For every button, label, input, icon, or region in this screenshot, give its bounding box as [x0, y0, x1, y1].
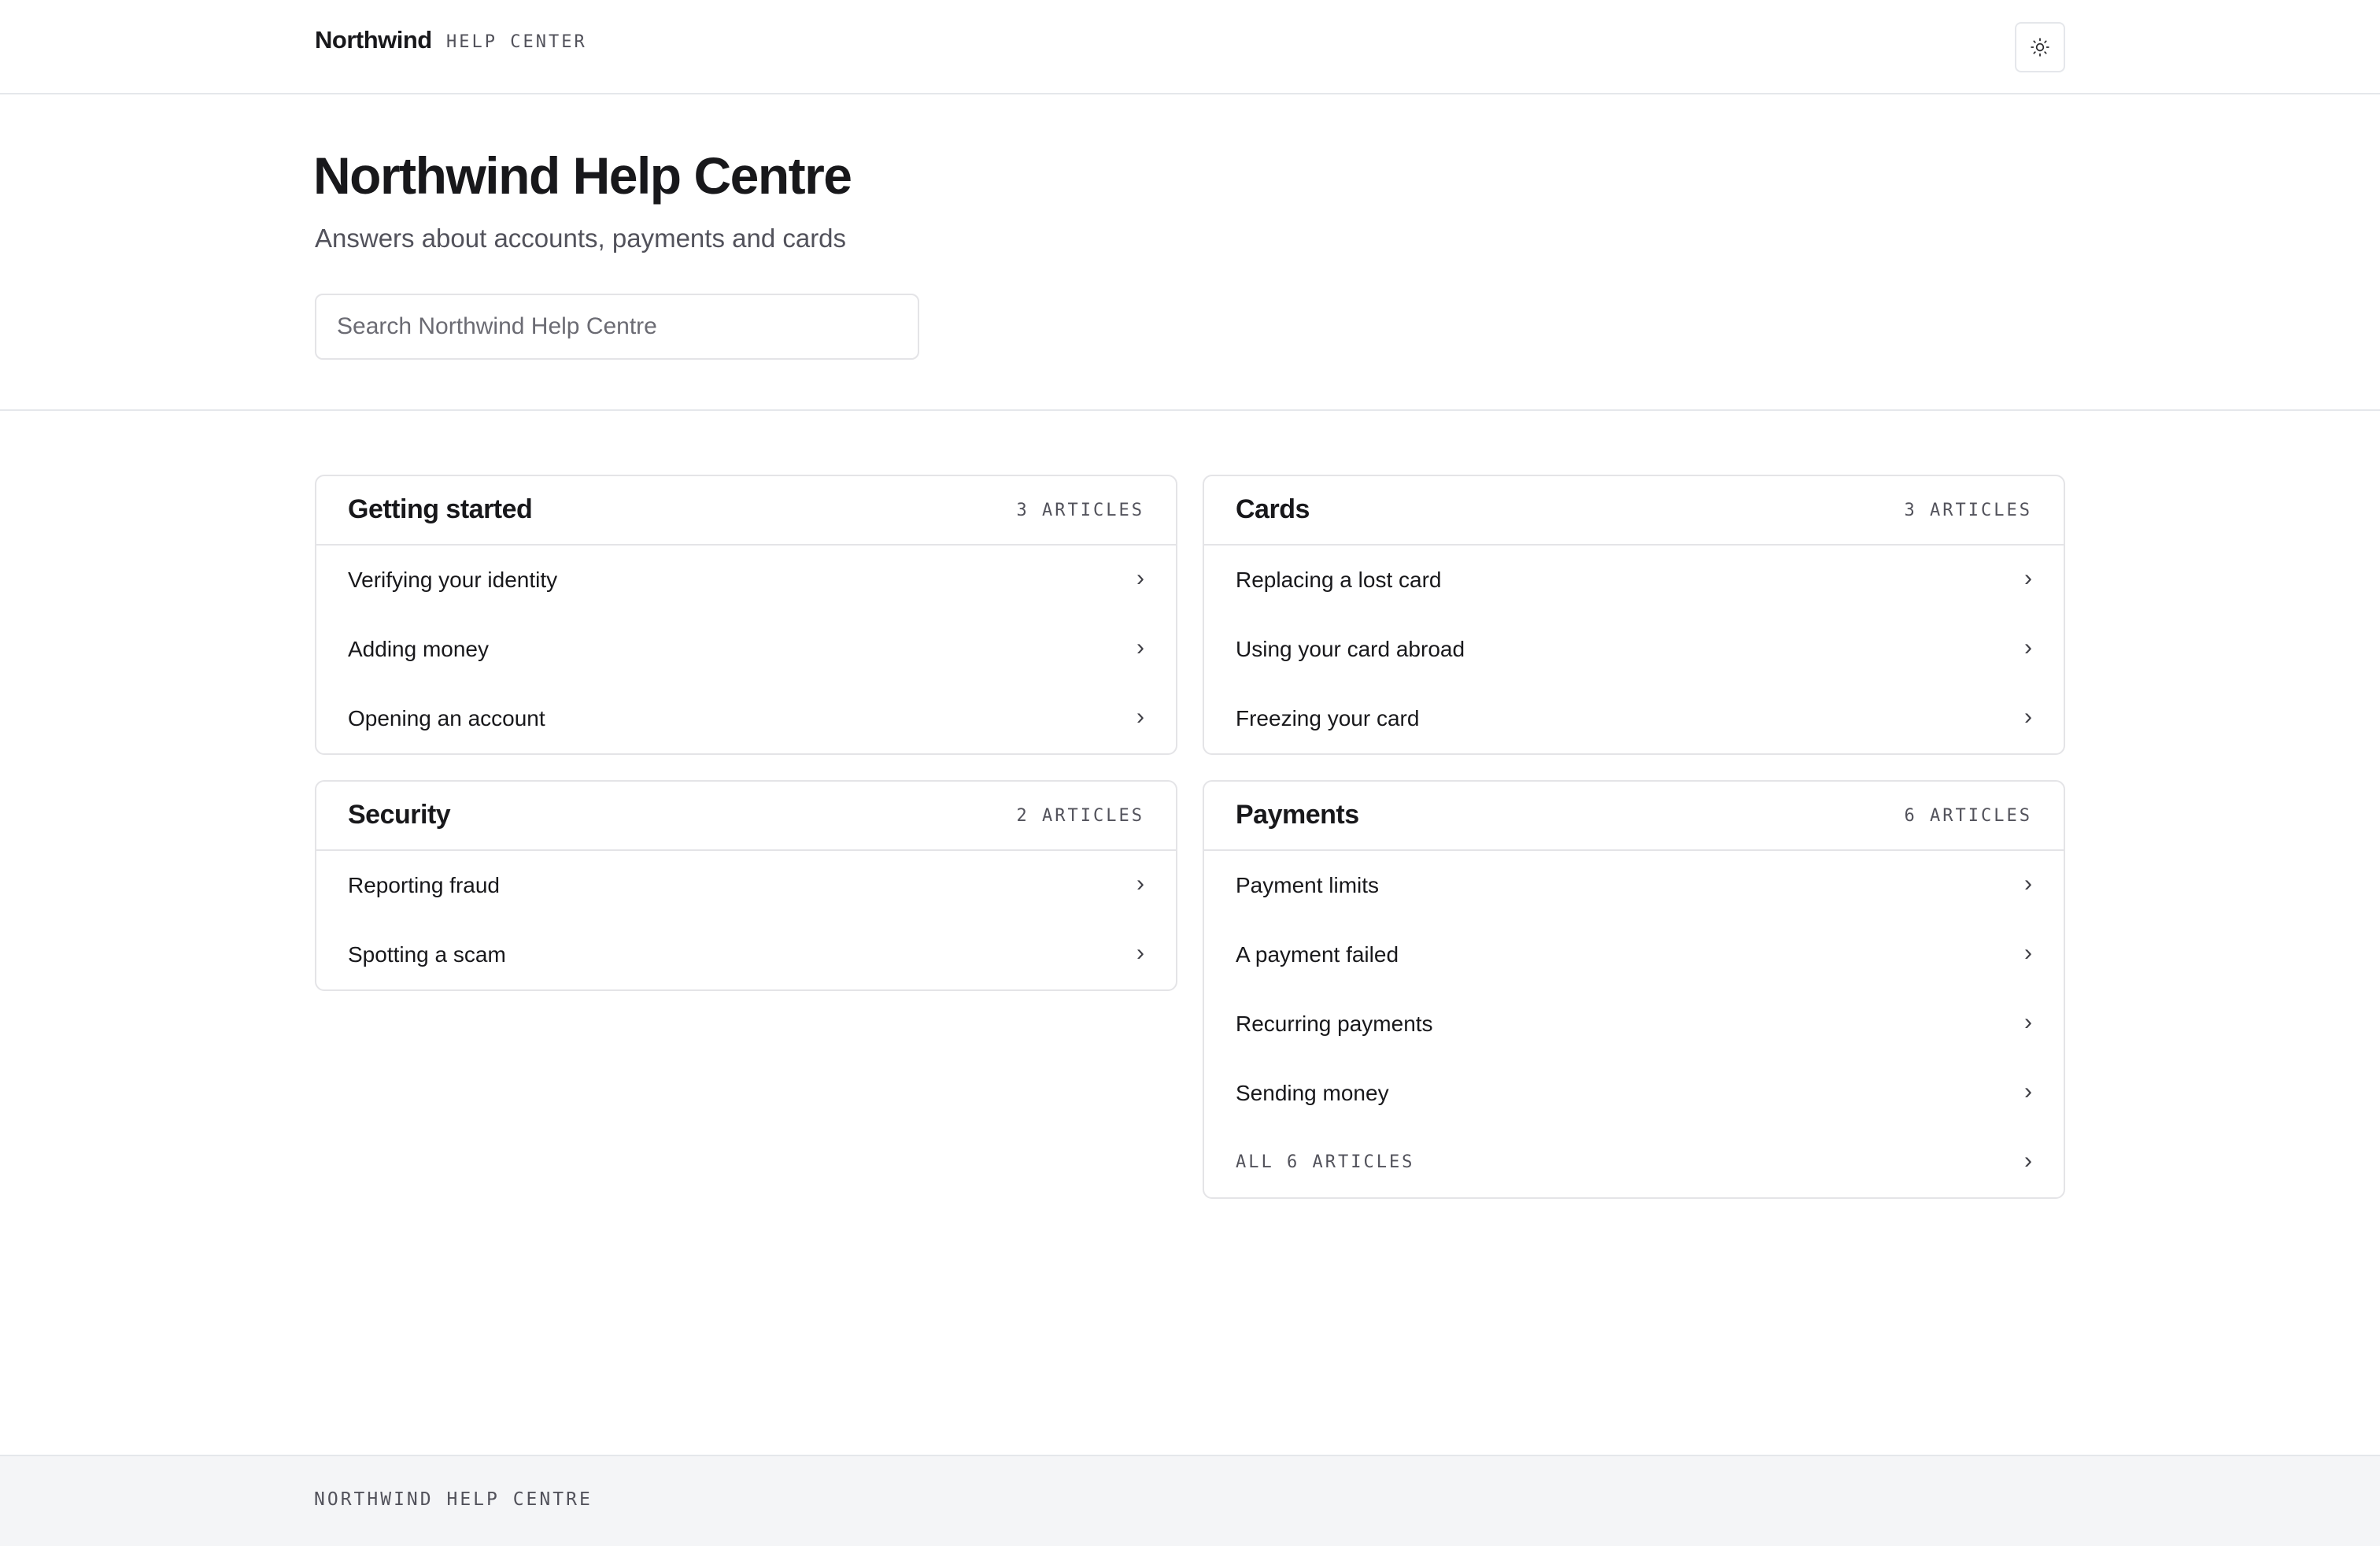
footer: NORTHWIND HELP CENTRE [0, 1455, 2380, 1546]
card-title[interactable]: Cards [1236, 494, 1310, 524]
article-link[interactable]: Opening an account › [316, 684, 1176, 753]
article-link[interactable]: Reporting fraud › [316, 851, 1176, 920]
category-card-security: Security 2 ARTICLES Reporting fraud › Sp… [315, 780, 1177, 991]
chevron-right-icon: › [1136, 565, 1144, 591]
card-title[interactable]: Security [348, 800, 451, 830]
article-link[interactable]: Replacing a lost card › [1204, 546, 2064, 615]
page-subtitle: Answers about accounts, payments and car… [315, 224, 847, 253]
view-all-articles-link[interactable]: ALL 6 ARTICLES › [1204, 1128, 2064, 1197]
chevron-right-icon: › [2024, 871, 2032, 897]
article-title: Adding money [348, 637, 490, 661]
category-card-cards: Cards 3 ARTICLES Replacing a lost card ›… [1203, 475, 2065, 755]
article-link[interactable]: Sending money › [1204, 1059, 2064, 1128]
article-title: Spotting a scam [348, 942, 506, 967]
article-link[interactable]: Payment limits › [1204, 851, 2064, 920]
article-title: Verifying your identity [348, 568, 558, 592]
article-count: 6 ARTICLES [1904, 806, 2032, 826]
chevron-right-icon: › [1136, 704, 1144, 730]
article-link[interactable]: Adding money › [316, 615, 1176, 684]
article-link[interactable]: Verifying your identity › [316, 546, 1176, 615]
brand-logo[interactable]: Northwind [315, 26, 432, 54]
article-link[interactable]: Recurring payments › [1204, 989, 2064, 1059]
article-link[interactable]: A payment failed › [1204, 920, 2064, 989]
chevron-right-icon: › [2024, 1009, 2032, 1035]
article-title: Reporting fraud [348, 873, 501, 897]
chevron-right-icon: › [2024, 940, 2032, 966]
article-title: Using your card abroad [1236, 637, 1465, 661]
article-count: 3 ARTICLES [1904, 501, 2032, 520]
article-title: Opening an account [348, 706, 545, 730]
page-title: Northwind Help Centre [313, 146, 852, 205]
footer-text: NORTHWIND HELP CENTRE [314, 1489, 593, 1510]
article-link[interactable]: Using your card abroad › [1204, 615, 2064, 684]
chevron-right-icon: › [1136, 871, 1144, 897]
hero-section: Northwind Help Centre Answers about acco… [0, 94, 2380, 411]
article-title: Payment limits [1236, 873, 1380, 897]
card-title[interactable]: Payments [1236, 800, 1359, 830]
brand-subtitle: HELP CENTER [446, 32, 587, 52]
top-nav: Northwind HELP CENTER [0, 0, 2380, 94]
category-card-getting-started: Getting started 3 ARTICLES Verifying you… [315, 475, 1177, 755]
card-title[interactable]: Getting started [348, 494, 533, 524]
article-link[interactable]: Freezing your card › [1204, 684, 2064, 753]
card-header: Getting started 3 ARTICLES [316, 476, 1176, 546]
sun-icon [2031, 38, 2049, 57]
article-title: Freezing your card [1236, 706, 1420, 730]
theme-toggle-button[interactable] [2015, 22, 2065, 72]
chevron-right-icon: › [1136, 634, 1144, 660]
chevron-right-icon: › [2024, 1148, 2032, 1174]
article-title: A payment failed [1236, 942, 1399, 967]
article-title: Replacing a lost card [1236, 568, 1442, 592]
article-title: Sending money [1236, 1081, 1389, 1105]
chevron-right-icon: › [2024, 704, 2032, 730]
article-count: 2 ARTICLES [1016, 806, 1144, 826]
category-card-payments: Payments 6 ARTICLES Payment limits › A p… [1203, 780, 2065, 1199]
article-count: 3 ARTICLES [1016, 501, 1144, 520]
view-all-label: ALL 6 ARTICLES [1236, 1152, 1415, 1172]
chevron-right-icon: › [2024, 1078, 2032, 1104]
chevron-right-icon: › [1136, 940, 1144, 966]
card-header: Payments 6 ARTICLES [1204, 782, 2064, 851]
chevron-right-icon: › [2024, 565, 2032, 591]
article-title: Recurring payments [1236, 1012, 1433, 1036]
chevron-right-icon: › [2024, 634, 2032, 660]
search-input[interactable] [315, 294, 919, 360]
card-header: Security 2 ARTICLES [316, 782, 1176, 851]
article-link[interactable]: Spotting a scam › [316, 920, 1176, 989]
card-header: Cards 3 ARTICLES [1204, 476, 2064, 546]
